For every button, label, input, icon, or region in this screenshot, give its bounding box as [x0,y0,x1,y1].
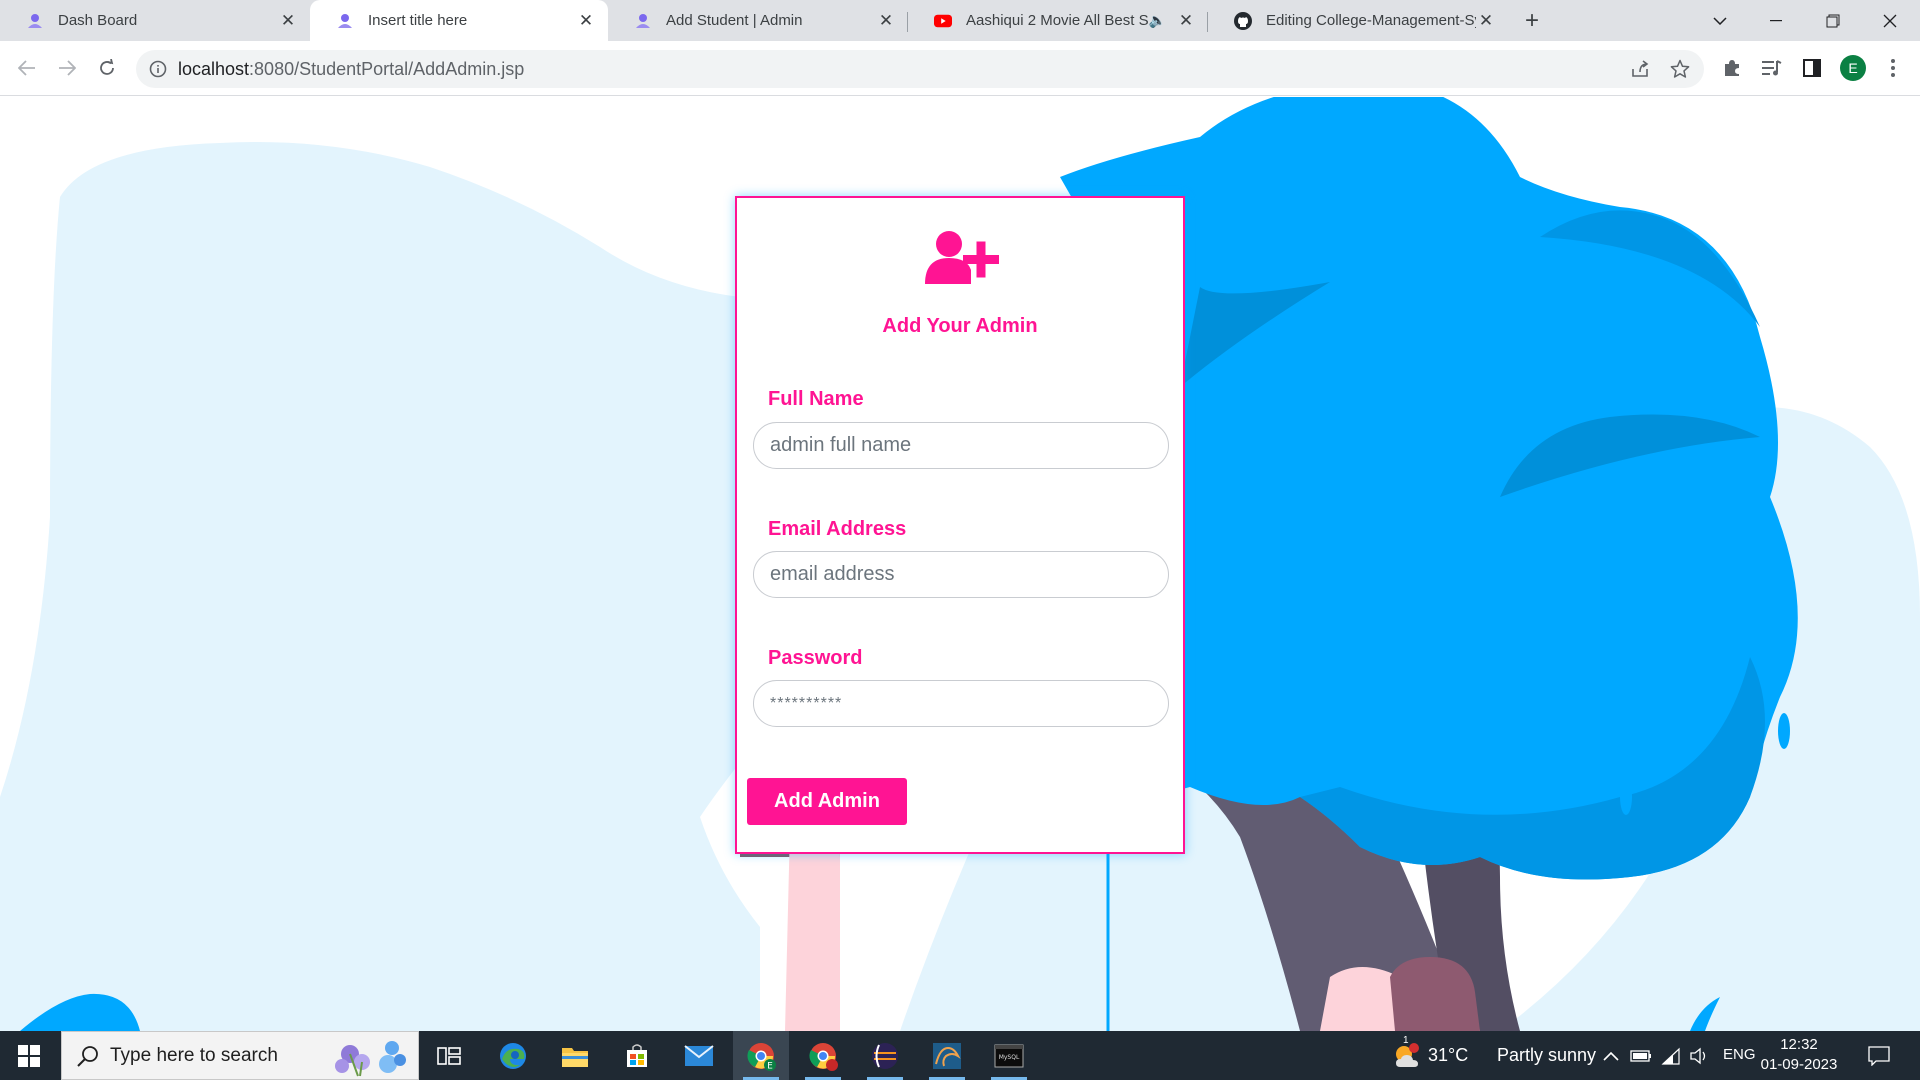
tab-youtube[interactable]: Aashiqui 2 Movie All Best So 🔈 ✕ [908,0,1208,41]
close-tab-icon[interactable]: ✕ [876,11,896,31]
new-tab-button[interactable]: + [1518,7,1546,35]
search-placeholder: Type here to search [110,1045,278,1066]
eclipse-ide-icon[interactable] [857,1031,913,1080]
show-hidden-icons-chevron-icon[interactable] [1600,1045,1622,1067]
clock-date: 01-09-2023 [1760,1056,1838,1073]
add-admin-form-card: Add Your Admin Full Name Email Address P… [735,196,1185,854]
bookmark-star-icon[interactable] [1668,57,1692,81]
share-icon[interactable] [1628,57,1652,81]
file-explorer-icon[interactable] [547,1031,603,1080]
password-label: Password [768,647,863,669]
add-admin-button[interactable]: Add Admin [747,778,907,825]
weather-condition[interactable]: Partly sunny [1497,1045,1596,1066]
restore-icon[interactable] [1805,0,1861,41]
weather-alert-badge: 1 [1403,1035,1409,1046]
windows-start-button[interactable] [0,1031,58,1080]
media-control-icon[interactable] [1759,55,1785,81]
browser-toolbar: localhost:8080/StudentPortal/AddAdmin.js… [0,41,1920,96]
mysql-workbench-icon[interactable] [919,1031,975,1080]
url-host: localhost [178,59,250,79]
tab-add-student[interactable]: Add Student | Admin ✕ [608,0,908,41]
microsoft-store-icon[interactable] [609,1031,665,1080]
extensions-puzzle-icon[interactable] [1719,55,1745,81]
back-arrow-icon[interactable] [11,52,43,84]
form-title: Add Your Admin [882,315,1038,337]
student-portal-icon [634,12,652,30]
weather-temperature[interactable]: 31°C [1428,1045,1468,1066]
language-indicator[interactable]: ENG [1723,1046,1756,1063]
tab-title: Aashiqui 2 Movie All Best So [966,12,1149,29]
battery-icon[interactable] [1630,1045,1652,1067]
close-tab-icon[interactable]: ✕ [1176,11,1196,31]
mail-icon[interactable] [671,1031,727,1080]
close-window-icon[interactable] [1862,0,1918,41]
youtube-icon [934,12,952,30]
tab-title: Add Student | Admin [666,12,803,29]
full-name-label: Full Name [768,388,864,410]
tab-search-dropdown-icon[interactable] [1692,0,1748,41]
svg-text:MySQL: MySQL [999,1054,1020,1061]
wifi-icon[interactable] [1660,1045,1682,1067]
notification-center-icon[interactable] [1868,1045,1890,1067]
windows-logo-icon [18,1044,40,1067]
address-bar[interactable]: localhost:8080/StudentPortal/AddAdmin.js… [136,50,1704,88]
email-input[interactable] [753,551,1169,598]
volume-icon[interactable] [1688,1045,1710,1067]
page-viewport: Add Your Admin Full Name Email Address P… [0,97,1920,1031]
add-user-icon [925,231,999,284]
close-tab-icon[interactable]: ✕ [278,11,298,31]
tab-title: Insert title here [368,12,468,29]
browser-tab-strip: Dash Board ✕ Insert title here ✕ Add Stu… [0,0,1920,41]
taskbar-search-box[interactable]: Type here to search [61,1031,419,1080]
close-tab-icon[interactable]: ✕ [1476,11,1496,31]
task-view-icon[interactable] [421,1031,477,1080]
reload-icon[interactable] [91,52,123,84]
site-info-icon[interactable] [148,59,168,79]
mysql-command-line-icon[interactable]: MySQL [981,1031,1037,1080]
password-input[interactable] [753,680,1169,727]
tab-insert-title[interactable]: Insert title here ✕ [310,0,608,41]
github-icon [1234,11,1252,30]
audio-playing-icon[interactable]: 🔈 [1149,12,1166,29]
tab-github[interactable]: Editing College-Management-Sy ✕ [1208,0,1508,41]
minimize-icon[interactable] [1748,0,1804,41]
email-label: Email Address [768,518,907,540]
close-tab-icon[interactable]: ✕ [576,11,596,31]
clock-time: 12:32 [1780,1036,1818,1053]
url-text[interactable]: localhost:8080/StudentPortal/AddAdmin.js… [178,59,524,80]
student-portal-icon [26,12,44,30]
search-icon [77,1046,98,1067]
browser-menu-icon[interactable] [1880,55,1906,81]
forward-arrow-icon[interactable] [51,52,83,84]
url-path: :8080/StudentPortal/AddAdmin.jsp [249,59,525,79]
system-clock[interactable]: 12:32 01-09-2023 [1760,1035,1838,1075]
tab-title: Dash Board [58,12,138,29]
windows-taskbar: Type here to search E MySQL 1 31°C Partl… [0,1031,1920,1080]
search-highlight-flowers-icon [335,1041,406,1077]
chrome-second-profile-icon[interactable] [795,1031,851,1080]
tab-title: Editing College-Management-Sy [1266,12,1476,29]
full-name-input[interactable] [753,422,1169,469]
side-panel-icon[interactable] [1799,55,1825,81]
chrome-profile-e-icon[interactable]: E [733,1031,789,1080]
profile-avatar[interactable]: E [1840,55,1866,81]
student-portal-icon [336,12,354,30]
tab-dash-board[interactable]: Dash Board ✕ [0,0,310,41]
edge-browser-icon[interactable] [485,1031,541,1080]
svg-text:E: E [767,1061,773,1071]
